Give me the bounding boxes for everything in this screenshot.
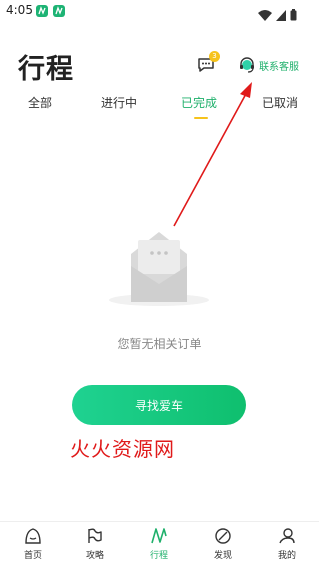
find-car-button[interactable]: 寻找爱车 bbox=[72, 385, 246, 425]
nav-trip[interactable]: 行程 bbox=[134, 526, 184, 561]
nav-profile[interactable]: 我的 bbox=[262, 526, 312, 561]
status-bar: 4:05 bbox=[0, 0, 319, 22]
nav-profile-label: 我的 bbox=[277, 551, 296, 561]
compass-icon bbox=[215, 528, 231, 544]
signal-icon bbox=[276, 6, 286, 25]
app-notification-icon bbox=[53, 5, 65, 17]
page-title: 行程 bbox=[18, 54, 74, 85]
profile-icon bbox=[279, 528, 295, 544]
empty-state-message: 您暂无相关订单 bbox=[117, 337, 202, 351]
wifi-icon bbox=[258, 6, 272, 25]
bottom-nav: 首页 攻略 行程 发现 我的 bbox=[0, 521, 319, 568]
empty-orders-illustration bbox=[109, 232, 209, 306]
tab-cancelled[interactable]: 已取消 bbox=[262, 94, 298, 111]
flag-icon bbox=[88, 528, 102, 543]
message-badge: 3 bbox=[209, 51, 220, 62]
tab-all[interactable]: 全部 bbox=[28, 94, 52, 111]
nav-trip-label: 行程 bbox=[149, 551, 168, 561]
headset-icon bbox=[240, 57, 254, 73]
trip-icon bbox=[151, 528, 167, 544]
home-icon bbox=[25, 528, 41, 544]
tab-in-progress[interactable]: 进行中 bbox=[101, 94, 137, 111]
nav-home[interactable]: 首页 bbox=[8, 526, 58, 561]
nav-discover[interactable]: 发现 bbox=[198, 526, 248, 561]
nav-guide[interactable]: 攻略 bbox=[70, 526, 120, 561]
nav-guide-label: 攻略 bbox=[85, 551, 104, 561]
tab-completed[interactable]: 已完成 bbox=[181, 94, 217, 111]
watermark-text: 火火资源网 bbox=[70, 437, 175, 461]
app-notification-icon bbox=[36, 5, 48, 17]
status-time: 4:05 bbox=[6, 3, 33, 17]
customer-service-button[interactable]: 联系客服 bbox=[238, 56, 299, 74]
trip-tabs: 全部 进行中 已完成 已取消 bbox=[0, 94, 319, 120]
nav-home-label: 首页 bbox=[23, 551, 42, 561]
battery-icon bbox=[290, 6, 297, 25]
tab-indicator bbox=[194, 117, 208, 119]
customer-service-label: 联系客服 bbox=[259, 61, 299, 73]
nav-discover-label: 发现 bbox=[213, 551, 232, 561]
